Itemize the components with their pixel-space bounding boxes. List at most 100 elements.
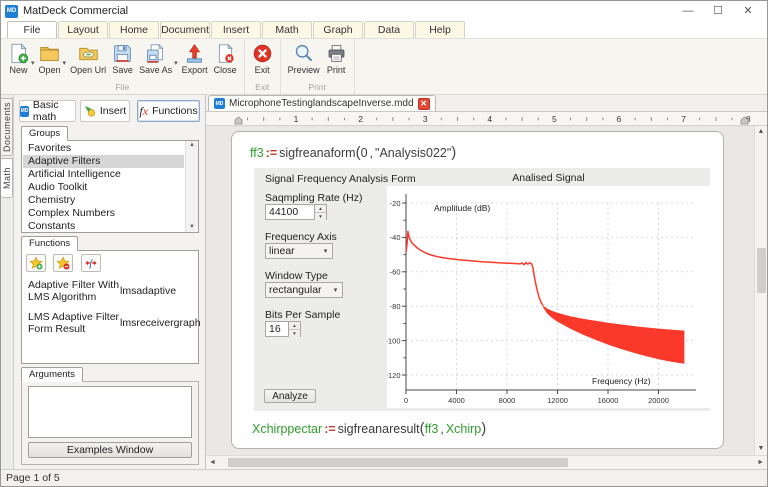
group-caption-print: Print bbox=[308, 82, 326, 92]
side-tab-math[interactable]: Math bbox=[1, 158, 13, 198]
new-button[interactable]: New bbox=[5, 41, 32, 75]
sampling-rate-spinner[interactable]: 44100 ▲ ▼ bbox=[265, 204, 327, 220]
scroll-down-icon[interactable]: ▼ bbox=[189, 223, 195, 232]
open-dropdown-icon[interactable]: ▾ bbox=[63, 59, 67, 67]
scroll-down-icon[interactable]: ▼ bbox=[758, 443, 765, 455]
export-button[interactable]: Export bbox=[179, 41, 211, 75]
group-item-artificial-intelligence[interactable]: Artificial Intelligence bbox=[23, 168, 184, 181]
spinner-arrows[interactable]: ▲ ▼ bbox=[314, 205, 326, 220]
groups-scrollbar[interactable]: ▲ ▼ bbox=[185, 141, 198, 232]
group-item-constants[interactable]: Constants bbox=[23, 220, 184, 233]
groups-tab[interactable]: Groups bbox=[21, 126, 69, 141]
argument: Xchirp bbox=[445, 422, 482, 436]
svg-text:f: f bbox=[89, 259, 93, 270]
print-icon bbox=[328, 45, 345, 62]
ribbon-group-print: Preview Print Print bbox=[281, 39, 355, 94]
side-tab-documents[interactable]: Documents bbox=[1, 98, 13, 156]
title-bar: MD MatDeck Commercial — ☐ ✕ bbox=[1, 1, 767, 21]
svg-text:-20: -20 bbox=[390, 199, 401, 208]
favorite-remove-button[interactable] bbox=[53, 254, 74, 272]
save-button[interactable]: Save bbox=[109, 41, 136, 75]
frequency-axis-dropdown[interactable]: linear ▾ bbox=[265, 243, 333, 259]
vertical-scrollbar[interactable]: ▲ ▼ bbox=[754, 126, 767, 455]
tab-basic-math[interactable]: MD Basic math bbox=[19, 99, 76, 123]
preview-button[interactable]: Preview bbox=[285, 41, 323, 75]
group-item-chemistry[interactable]: Chemistry bbox=[23, 194, 184, 207]
ribbon-tab-data[interactable]: Data bbox=[364, 21, 414, 38]
ribbon-tab-math[interactable]: Math bbox=[262, 21, 312, 38]
side-tab-strip: Documents Math bbox=[1, 95, 14, 469]
signal-analysis-form: Signal Frequency Analysis Form Saqmpling… bbox=[254, 168, 710, 411]
scrollbar-thumb[interactable] bbox=[756, 248, 766, 293]
bits-per-sample-spinner[interactable]: 16 ▲ ▼ bbox=[265, 321, 301, 337]
svg-text:-60: -60 bbox=[390, 268, 401, 277]
document-tab[interactable]: MD MicrophoneTestinglandscapeInverse.mdd… bbox=[208, 95, 436, 111]
analyze-button[interactable]: Analyze bbox=[264, 389, 316, 403]
ribbon-tab-insert[interactable]: Insert bbox=[211, 21, 261, 38]
page-indicator: Page 1 of 5 bbox=[6, 472, 60, 484]
tab-functions[interactable]: fx Functions bbox=[137, 100, 200, 122]
function-name[interactable]: Adaptive Filter With LMS Algorithm bbox=[28, 279, 120, 303]
maximize-button[interactable]: ☐ bbox=[703, 1, 733, 21]
svg-text:8000: 8000 bbox=[499, 396, 516, 405]
document-area: MD MicrophoneTestinglandscapeInverse.mdd… bbox=[206, 95, 767, 469]
document-canvas[interactable]: ff3:= sigfreanaform(0, "Analysis022") Sign… bbox=[206, 126, 754, 455]
function-id[interactable]: lmsadaptive bbox=[120, 285, 201, 297]
insert-function-button[interactable]: f bbox=[80, 254, 101, 272]
group-item-complex-numbers[interactable]: Complex Numbers bbox=[23, 207, 184, 220]
svg-text:2: 2 bbox=[358, 114, 363, 124]
group-caption-file: File bbox=[115, 82, 130, 92]
save-as-icon bbox=[147, 43, 164, 63]
minimize-button[interactable]: — bbox=[673, 1, 703, 21]
math-side-panel: MD Basic math Insert fx Functions Groups… bbox=[14, 95, 206, 469]
scrollbar-thumb[interactable] bbox=[227, 458, 568, 467]
close-doc-button[interactable]: Close bbox=[211, 41, 240, 75]
ribbon-tab-layout[interactable]: Layout bbox=[58, 21, 108, 38]
formula-lhs: ff3 bbox=[250, 146, 264, 160]
ribbon-tab-file[interactable]: File bbox=[7, 21, 57, 38]
scroll-right-icon[interactable]: ► bbox=[757, 457, 764, 469]
favorite-add-button[interactable] bbox=[26, 254, 46, 272]
group-item-adaptive-filters[interactable]: Adaptive Filters bbox=[23, 155, 184, 168]
insert-icon bbox=[84, 106, 96, 117]
examples-window-button[interactable]: Examples Window bbox=[28, 442, 192, 458]
scroll-up-icon[interactable]: ▲ bbox=[758, 126, 765, 138]
svg-text:0: 0 bbox=[404, 396, 408, 405]
ribbon-tab-document[interactable]: Document bbox=[160, 21, 210, 38]
tab-insert[interactable]: Insert bbox=[80, 100, 130, 122]
document-page[interactable]: ff3:= sigfreanaform(0, "Analysis022") Sign… bbox=[231, 131, 724, 449]
function-id[interactable]: lmsreceivergraph bbox=[120, 317, 201, 329]
window-type-dropdown[interactable]: rectangular ▾ bbox=[265, 282, 343, 298]
arguments-area[interactable] bbox=[28, 386, 192, 438]
chart-title: Analised Signal bbox=[512, 172, 585, 184]
formula-sigfreanaform[interactable]: ff3:= sigfreanaform(0, "Analysis022") bbox=[250, 144, 456, 161]
save-as-button[interactable]: Save As bbox=[136, 41, 175, 75]
open-folder-icon bbox=[40, 46, 59, 61]
svg-text:-100: -100 bbox=[387, 336, 401, 345]
functions-tab[interactable]: Functions bbox=[21, 236, 79, 251]
group-item-favorites[interactable]: Favorites bbox=[23, 142, 184, 155]
group-item-audio-toolkit[interactable]: Audio Toolkit bbox=[23, 181, 184, 194]
spinner-arrows[interactable]: ▲ ▼ bbox=[288, 322, 300, 337]
arguments-tab[interactable]: Arguments bbox=[21, 367, 83, 382]
close-button[interactable]: ✕ bbox=[733, 1, 763, 21]
ribbon-tab-help[interactable]: Help bbox=[415, 21, 465, 38]
scroll-left-icon[interactable]: ◄ bbox=[209, 457, 216, 469]
print-button[interactable]: Print bbox=[323, 41, 350, 75]
new-dropdown-icon[interactable]: ▾ bbox=[31, 59, 35, 67]
ribbon-tab-home[interactable]: Home bbox=[109, 21, 159, 38]
scroll-up-icon[interactable]: ▲ bbox=[189, 141, 195, 150]
basic-math-icon: MD bbox=[20, 105, 29, 117]
exit-button[interactable]: Exit bbox=[249, 41, 276, 75]
save-as-dropdown-icon[interactable]: ▾ bbox=[174, 59, 178, 67]
document-close-icon[interactable]: ✕ bbox=[417, 97, 430, 110]
ribbon-tab-graph[interactable]: Graph bbox=[313, 21, 363, 38]
insert-function-icon: f bbox=[85, 259, 97, 270]
open-button[interactable]: Open bbox=[36, 41, 64, 75]
fx-icon: fx bbox=[139, 103, 149, 118]
formula-sigfreanaresult[interactable]: Xchirppectar:= sigfreanaresult(ff3, Xchirp… bbox=[252, 420, 486, 437]
save-icon bbox=[114, 45, 131, 62]
horizontal-scrollbar[interactable]: ◄ ► bbox=[206, 455, 767, 469]
open-url-button[interactable]: Open Url bbox=[67, 41, 109, 75]
function-name[interactable]: LMS Adaptive Filter Form Result bbox=[28, 311, 120, 335]
